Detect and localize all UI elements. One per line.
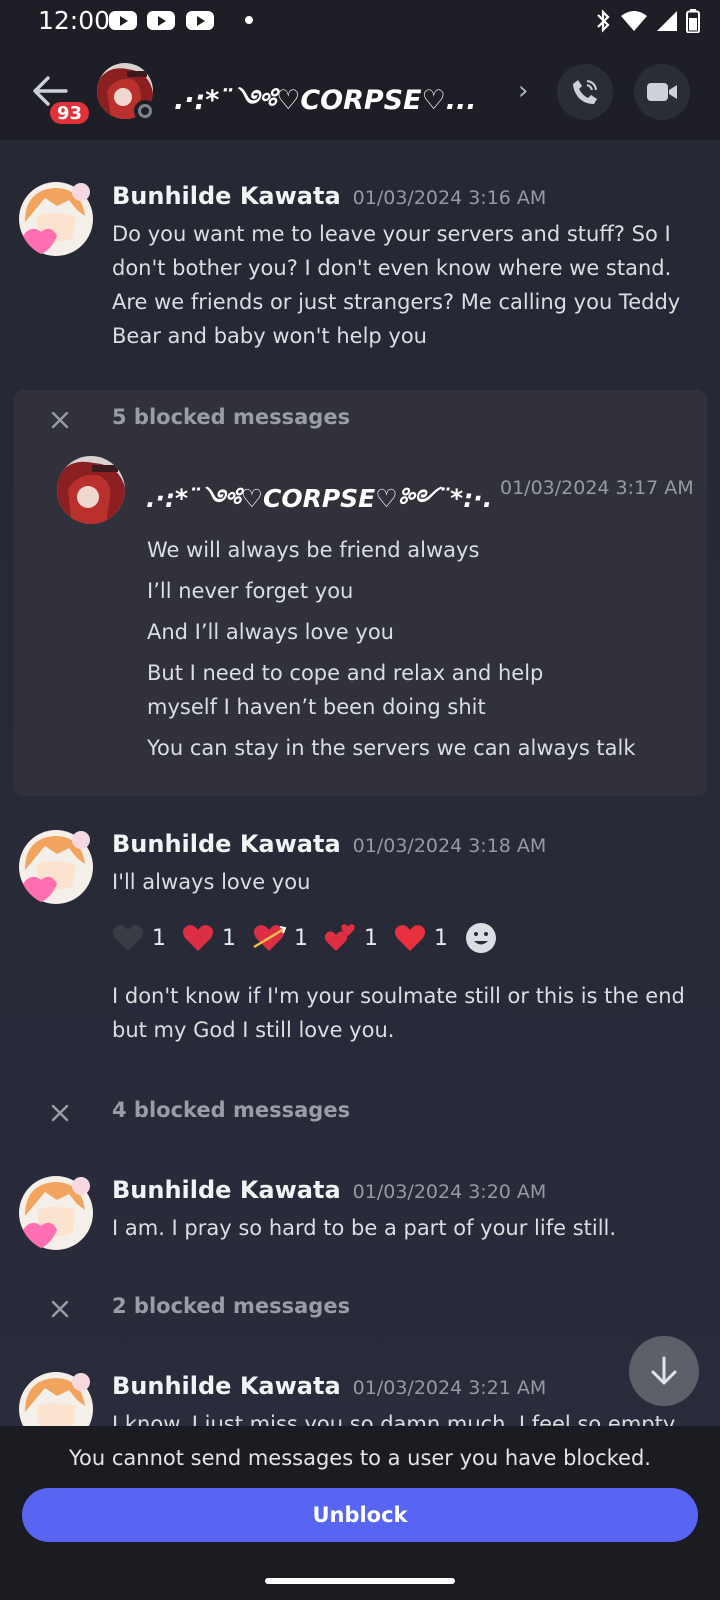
reaction-chip[interactable]: 1: [324, 916, 378, 960]
reaction-chip[interactable]: 1: [112, 916, 166, 960]
reaction-count: 1: [434, 925, 448, 951]
blocked-notice: You cannot send messages to a user you h…: [69, 1446, 651, 1470]
blocked-message-text: But I need to cope and relax and help my…: [147, 661, 544, 719]
black-heart-icon: [112, 925, 144, 951]
blocked-messages-toggle[interactable]: 2 blocked messages: [0, 1289, 720, 1329]
phone-icon: [573, 80, 597, 104]
youtube-notification-icon: [147, 11, 175, 30]
youtube-notification-icon: [109, 11, 137, 30]
chevron-right-icon[interactable]: ›: [518, 76, 528, 106]
voice-call-button[interactable]: [557, 64, 613, 120]
avatar[interactable]: [17, 180, 95, 258]
avatar[interactable]: [17, 1174, 95, 1252]
status-time: 12:00: [38, 6, 111, 35]
reaction-chip[interactable]: 1: [182, 916, 236, 960]
blocked-messages-label[interactable]: 2 blocked messages: [112, 1294, 350, 1318]
message-author[interactable]: Bunhilde Kawata 01/03/2024 3:20 AM: [112, 1176, 546, 1204]
blocked-message-text: And I’ll always love you: [147, 620, 394, 644]
red-heart-icon: [182, 925, 214, 951]
wifi-icon: [621, 11, 647, 31]
timestamp: 01/03/2024 3:21 AM: [352, 1377, 547, 1399]
scroll-to-bottom-button[interactable]: [629, 1336, 699, 1406]
page-title[interactable]: .·:*¨༺♡CORPSE♡...: [174, 70, 494, 146]
author-name[interactable]: Bunhilde Kawata: [112, 182, 341, 210]
message-text: I am. I pray so hard to be a part of you…: [112, 1216, 617, 1240]
blocked-messages-label[interactable]: 5 blocked messages: [112, 405, 350, 429]
author-name[interactable]: Bunhilde Kawata: [112, 1372, 341, 1400]
red-heart-icon: [394, 925, 426, 951]
message-text: I don't know if I'm your soulmate still …: [112, 984, 685, 1042]
blocked-messages-toggle[interactable]: 4 blocked messages: [0, 1093, 720, 1133]
navigation-bar: [0, 1556, 720, 1600]
message-text: I'll always love you: [112, 870, 311, 894]
reaction-count: 1: [222, 925, 236, 951]
reaction-count: 1: [294, 925, 308, 951]
timestamp: 01/03/2024 3:17 AM: [500, 477, 694, 499]
unblock-button[interactable]: Unblock: [22, 1488, 698, 1542]
blocked-message-text: We will always be friend always: [147, 538, 480, 562]
reaction-chip[interactable]: 1: [252, 916, 308, 960]
blocked-message-text: I’ll never forget you: [147, 579, 354, 603]
two-hearts-icon: [324, 924, 355, 951]
more-notifications-dot-icon: [245, 16, 253, 24]
blocked-message-text: You can stay in the servers we can alway…: [147, 736, 636, 760]
offline-status-icon: [134, 100, 156, 122]
close-icon[interactable]: [48, 1101, 72, 1125]
blocked-message-author[interactable]: .·:*¨༺♡CORPSE♡༻¨*:·.: [146, 470, 492, 541]
smiley-add-reaction-icon: [466, 923, 496, 953]
home-gesture-handle[interactable]: [265, 1578, 455, 1584]
battery-icon: [686, 9, 700, 33]
timestamp: 01/03/2024 3:20 AM: [352, 1181, 547, 1203]
video-call-button[interactable]: [634, 64, 690, 120]
arrow-down-icon: [651, 1356, 677, 1385]
blocked-messages-label[interactable]: 4 blocked messages: [112, 1098, 350, 1122]
message-text: I know. I just miss you so damn much. I …: [112, 1412, 676, 1426]
reaction-chip[interactable]: 1: [394, 916, 448, 960]
reaction-count: 1: [152, 925, 166, 951]
reaction-count: 1: [364, 925, 378, 951]
system-icons: [594, 8, 700, 34]
avatar[interactable]: [56, 455, 126, 525]
bluetooth-icon: [597, 9, 610, 33]
message-author[interactable]: Bunhilde Kawata 01/03/2024 3:16 AM: [112, 182, 546, 210]
message-author[interactable]: Bunhilde Kawata 01/03/2024 3:18 AM: [112, 830, 546, 858]
video-camera-icon: [647, 83, 677, 101]
timestamp: 01/03/2024 3:16 AM: [352, 187, 547, 209]
reactions-bar: 1 1 1 1 1: [112, 916, 514, 960]
timestamp: 01/03/2024 3:18 AM: [352, 835, 547, 857]
avatar[interactable]: [17, 1370, 95, 1426]
unread-badge: 93: [47, 99, 93, 127]
heart-with-arrow-icon: [253, 925, 286, 951]
youtube-notification-icon: [186, 11, 214, 30]
status-bar: 12:00: [0, 0, 720, 44]
author-name[interactable]: Bunhilde Kawata: [112, 830, 341, 858]
author-name[interactable]: Bunhilde Kawata: [112, 1176, 341, 1204]
chat-header: 93 .·:*¨༺♡CORPSE♡... ›: [0, 44, 720, 140]
blocked-messages-toggle[interactable]: 5 blocked messages: [0, 400, 720, 440]
close-icon[interactable]: [48, 408, 72, 432]
add-reaction-button[interactable]: [464, 916, 498, 960]
message-author[interactable]: Bunhilde Kawata 01/03/2024 3:21 AM: [112, 1372, 546, 1400]
blocked-footer: You cannot send messages to a user you h…: [0, 1426, 720, 1556]
message: Bunhilde Kawata 01/03/2024 3:21 AM I know…: [0, 1370, 720, 1426]
cell-signal-icon: [657, 11, 677, 31]
message-text: Do you want me to leave your servers and…: [112, 222, 681, 348]
avatar[interactable]: [17, 828, 95, 906]
close-icon[interactable]: [48, 1297, 72, 1321]
